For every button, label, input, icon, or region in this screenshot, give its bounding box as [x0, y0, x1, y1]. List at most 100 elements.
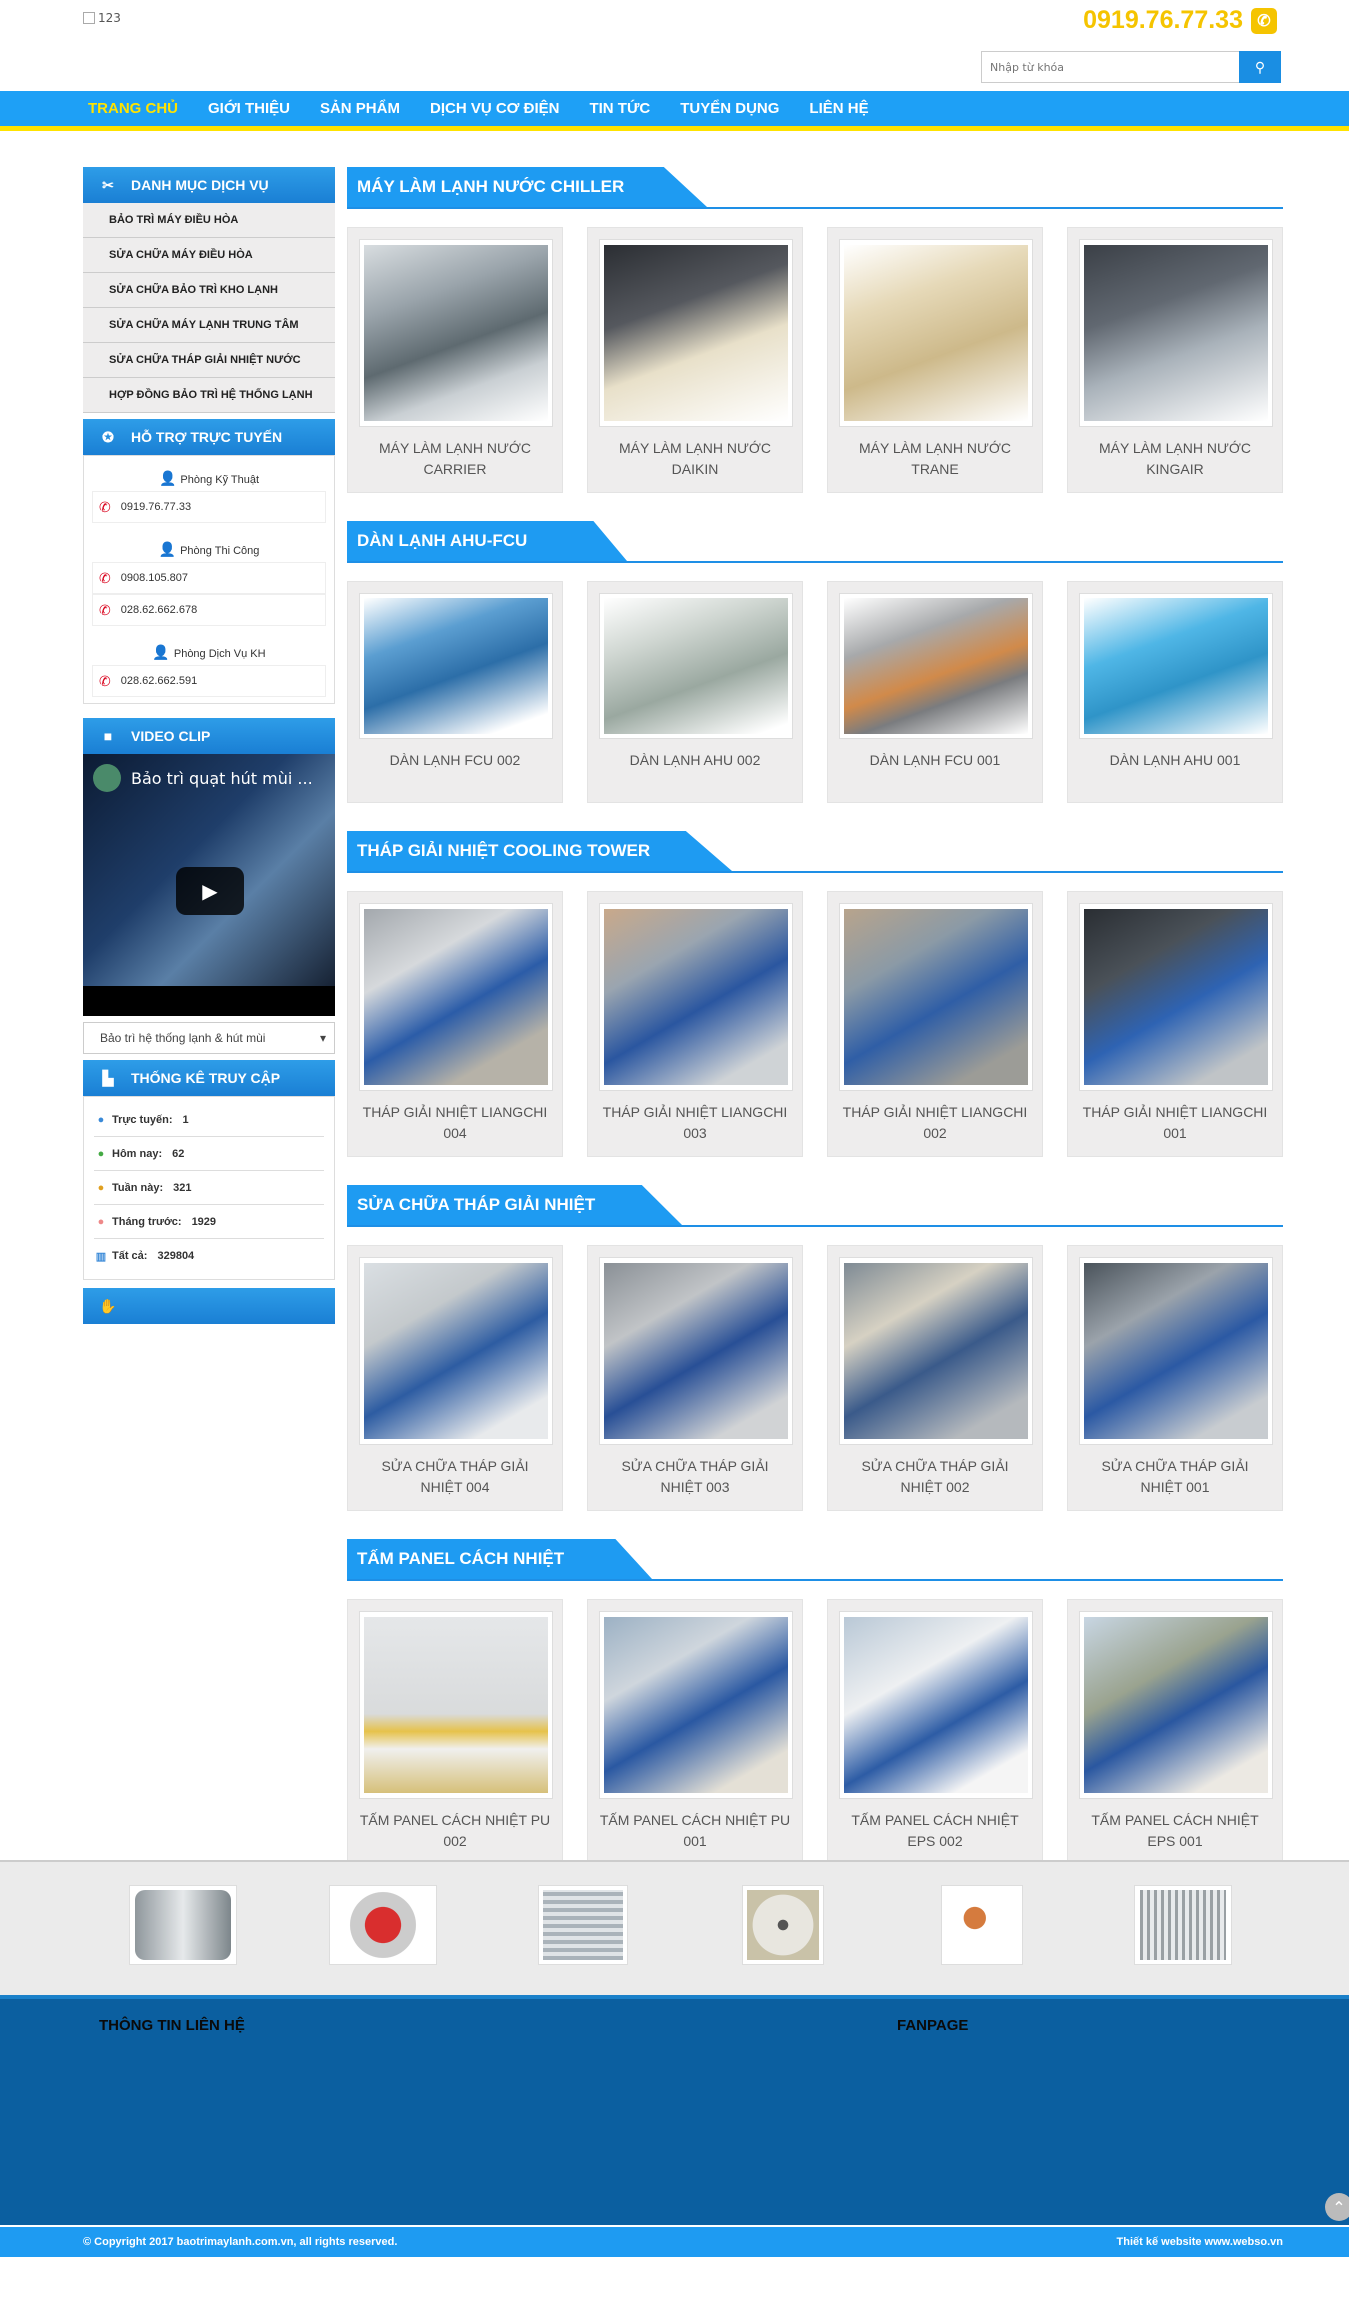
product-name[interactable]: TẤM PANEL CÁCH NHIỆT EPS 002 — [839, 1810, 1031, 1852]
product-image[interactable] — [1079, 1611, 1273, 1799]
product-card[interactable]: TẤM PANEL CÁCH NHIỆT PU 001 — [587, 1599, 803, 1865]
product-name[interactable]: THÁP GIẢI NHIỆT LIANGCHI 004 — [359, 1102, 551, 1144]
support-phone[interactable]: ✆ 0908.105.807 — [92, 562, 326, 594]
product-image[interactable] — [839, 903, 1033, 1091]
product-name[interactable]: TẤM PANEL CÁCH NHIỆT EPS 001 — [1079, 1810, 1271, 1852]
product-card[interactable]: MÁY LÀM LẠNH NƯỚC KINGAIR — [1067, 227, 1283, 493]
product-card[interactable]: THÁP GIẢI NHIỆT LIANGCHI 001 — [1067, 891, 1283, 1157]
product-card[interactable]: TẤM PANEL CÁCH NHIỆT EPS 001 — [1067, 1599, 1283, 1865]
service-menu-item[interactable]: SỬA CHỮA BẢO TRÌ KHO LẠNH — [83, 273, 335, 308]
nav-contact[interactable]: LIÊN HỆ — [809, 100, 868, 117]
product-card[interactable]: SỬA CHỮA THÁP GIẢI NHIỆT 004 — [347, 1245, 563, 1511]
product-name[interactable]: THÁP GIẢI NHIỆT LIANGCHI 003 — [599, 1102, 791, 1144]
product-name[interactable]: MÁY LÀM LẠNH NƯỚC TRANE — [839, 438, 1031, 480]
product-card[interactable]: MÁY LÀM LẠNH NƯỚC CARRIER — [347, 227, 563, 493]
product-image[interactable] — [839, 1611, 1033, 1799]
product-image[interactable] — [599, 239, 793, 427]
scroll-to-top-button[interactable]: ⌃ — [1325, 2193, 1349, 2221]
service-menu-item[interactable]: SỬA CHỮA MÁY LẠNH TRUNG TÂM — [83, 308, 335, 343]
repair-image — [1084, 1263, 1268, 1439]
service-menu-item[interactable]: BẢO TRÌ MÁY ĐIỀU HÒA — [83, 203, 335, 238]
carousel-item[interactable] — [129, 1885, 237, 1965]
search-button[interactable]: ⚲ — [1239, 51, 1281, 83]
product-image[interactable] — [1079, 903, 1273, 1091]
carousel-item[interactable] — [941, 1885, 1023, 1965]
product-card[interactable]: THÁP GIẢI NHIỆT LIANGCHI 004 — [347, 891, 563, 1157]
product-image[interactable] — [599, 1257, 793, 1445]
product-card[interactable]: TẤM PANEL CÁCH NHIỆT EPS 002 — [827, 1599, 1043, 1865]
site-logo[interactable]: 123 — [83, 11, 121, 25]
product-card[interactable]: SỬA CHỮA THÁP GIẢI NHIỆT 001 — [1067, 1245, 1283, 1511]
product-name[interactable]: MÁY LÀM LẠNH NƯỚC KINGAIR — [1079, 438, 1271, 480]
product-image[interactable] — [599, 1611, 793, 1799]
nav-home[interactable]: TRANG CHỦ — [88, 100, 178, 117]
product-name[interactable]: SỬA CHỮA THÁP GIẢI NHIỆT 002 — [839, 1456, 1031, 1498]
product-name[interactable]: DÀN LẠNH FCU 002 — [359, 750, 551, 771]
product-name[interactable]: THÁP GIẢI NHIỆT LIANGCHI 002 — [839, 1102, 1031, 1144]
section-title[interactable]: DÀN LẠNH AHU-FCU — [347, 521, 627, 561]
product-name[interactable]: MÁY LÀM LẠNH NƯỚC DAIKIN — [599, 438, 791, 480]
support-phone[interactable]: ✆ 028.62.662.591 — [92, 665, 326, 697]
service-menu-item[interactable]: SỬA CHỮA MÁY ĐIỀU HÒA — [83, 238, 335, 273]
section-title[interactable]: TẤM PANEL CÁCH NHIỆT — [347, 1539, 652, 1579]
product-card[interactable]: DÀN LẠNH AHU 002 — [587, 581, 803, 803]
product-name[interactable]: THÁP GIẢI NHIỆT LIANGCHI 001 — [1079, 1102, 1271, 1144]
section-header: THÁP GIẢI NHIỆT COOLING TOWER — [347, 831, 1283, 873]
video-select[interactable]: Bảo trì hệ thống lạnh & hút mùi ▾ — [83, 1022, 335, 1054]
product-name[interactable]: TẤM PANEL CÁCH NHIỆT PU 001 — [599, 1810, 791, 1852]
dropdown-arrow-icon: ▾ — [319, 1031, 326, 1045]
product-card[interactable]: MÁY LÀM LẠNH NƯỚC TRANE — [827, 227, 1043, 493]
nav-careers[interactable]: TUYỂN DỤNG — [680, 100, 779, 117]
search-input[interactable] — [981, 51, 1239, 83]
carousel-item[interactable] — [538, 1885, 628, 1965]
product-card[interactable]: DÀN LẠNH FCU 002 — [347, 581, 563, 803]
product-name[interactable]: SỬA CHỮA THÁP GIẢI NHIỆT 001 — [1079, 1456, 1271, 1498]
product-image[interactable] — [599, 903, 793, 1091]
product-name[interactable]: DÀN LẠNH AHU 001 — [1079, 750, 1271, 771]
product-card[interactable]: THÁP GIẢI NHIỆT LIANGCHI 003 — [587, 891, 803, 1157]
carousel-item[interactable] — [742, 1885, 824, 1965]
product-image[interactable] — [1079, 593, 1273, 739]
designer-link[interactable]: Thiết kế website www.webso.vn — [1117, 2236, 1283, 2248]
service-menu-item[interactable]: HỢP ĐỒNG BẢO TRÌ HỆ THỐNG LẠNH — [83, 378, 335, 413]
product-card[interactable]: THÁP GIẢI NHIỆT LIANGCHI 002 — [827, 891, 1043, 1157]
product-image[interactable] — [839, 239, 1033, 427]
product-card[interactable]: DÀN LẠNH AHU 001 — [1067, 581, 1283, 803]
product-name[interactable]: TẤM PANEL CÁCH NHIỆT PU 002 — [359, 1810, 551, 1852]
product-name[interactable]: SỬA CHỮA THÁP GIẢI NHIỆT 004 — [359, 1456, 551, 1498]
play-icon[interactable]: ▶ — [176, 867, 244, 915]
product-card[interactable]: TẤM PANEL CÁCH NHIỆT PU 002 — [347, 1599, 563, 1865]
product-image[interactable] — [359, 903, 553, 1091]
product-name[interactable]: DÀN LẠNH AHU 002 — [599, 750, 791, 771]
carousel-item[interactable] — [329, 1885, 437, 1965]
product-card[interactable]: MÁY LÀM LẠNH NƯỚC DAIKIN — [587, 227, 803, 493]
product-card[interactable]: SỬA CHỮA THÁP GIẢI NHIỆT 002 — [827, 1245, 1043, 1511]
product-image[interactable] — [359, 239, 553, 427]
product-image[interactable] — [359, 1611, 553, 1799]
support-phone[interactable]: ✆ 028.62.662.678 — [92, 594, 326, 626]
service-menu-item[interactable]: SỬA CHỮA THÁP GIẢI NHIỆT NƯỚC — [83, 343, 335, 378]
nav-mep-services[interactable]: DỊCH VỤ CƠ ĐIỆN — [430, 100, 559, 117]
section-title[interactable]: SỬA CHỮA THÁP GIẢI NHIỆT — [347, 1185, 682, 1225]
nav-about[interactable]: GIỚI THIỆU — [208, 100, 290, 117]
product-image[interactable] — [1079, 239, 1273, 427]
product-name[interactable]: DÀN LẠNH FCU 001 — [839, 750, 1031, 771]
product-card[interactable]: SỬA CHỮA THÁP GIẢI NHIỆT 003 — [587, 1245, 803, 1511]
video-player[interactable]: Bảo trì quạt hút mùi ... ▶ — [83, 754, 335, 1016]
product-image[interactable] — [839, 1257, 1033, 1445]
product-image[interactable] — [839, 593, 1033, 739]
product-image[interactable] — [1079, 1257, 1273, 1445]
product-name[interactable]: MÁY LÀM LẠNH NƯỚC CARRIER — [359, 438, 551, 480]
product-name[interactable]: SỬA CHỮA THÁP GIẢI NHIỆT 003 — [599, 1456, 791, 1498]
product-image[interactable] — [599, 593, 793, 739]
product-image[interactable] — [359, 1257, 553, 1445]
hotline[interactable]: 0919.76.77.33 ✆ — [1083, 6, 1277, 35]
section-title[interactable]: THÁP GIẢI NHIỆT COOLING TOWER — [347, 831, 732, 871]
carousel-item[interactable] — [1134, 1885, 1232, 1965]
product-card[interactable]: DÀN LẠNH FCU 001 — [827, 581, 1043, 803]
section-title[interactable]: MÁY LÀM LẠNH NƯỚC CHILLER — [347, 167, 707, 207]
nav-products[interactable]: SẢN PHẨM — [320, 100, 400, 117]
nav-news[interactable]: TIN TỨC — [589, 100, 650, 117]
support-phone[interactable]: ✆ 0919.76.77.33 — [92, 491, 326, 523]
product-image[interactable] — [359, 593, 553, 739]
